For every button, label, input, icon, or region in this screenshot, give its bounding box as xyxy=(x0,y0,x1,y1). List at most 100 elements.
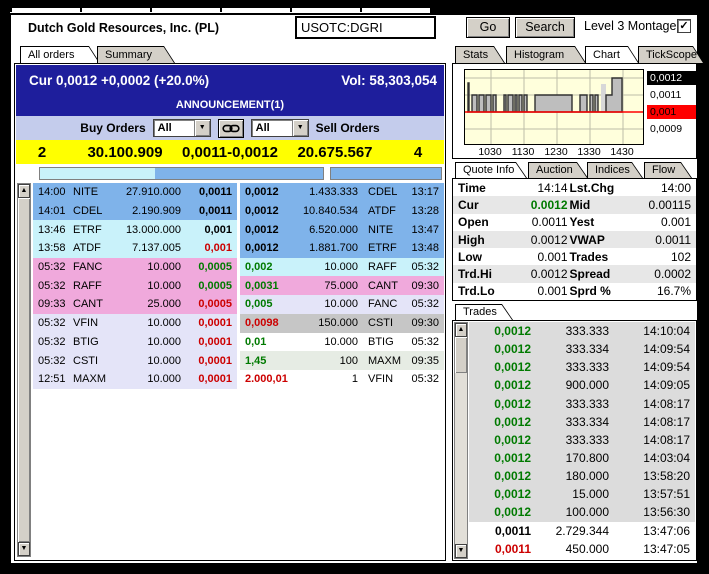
order-time: 05:32 xyxy=(33,317,73,329)
trades-scrollbar[interactable]: ▲ ▼ xyxy=(454,322,468,559)
scroll-down-button[interactable]: ▼ xyxy=(455,544,467,558)
buy-order-row[interactable]: 09:33CANT25.0000,0005 xyxy=(33,295,237,314)
quote-label: Sprd % xyxy=(570,284,632,298)
trade-price: 0,0012 xyxy=(469,397,531,411)
chart-panel: 0,0012 0,0011 0,001 0,0009 1030 1130 123… xyxy=(452,63,697,159)
quote-row[interactable]: Time14:14Lst.Chg14:00 xyxy=(453,179,696,196)
scrollbar-track[interactable] xyxy=(455,373,467,544)
sell-order-row[interactable]: 0,00210.000RAFF05:32 xyxy=(240,258,444,277)
trade-price: 0,0012 xyxy=(469,505,531,519)
quote-row[interactable]: Open0.0011Yest0.001 xyxy=(453,214,696,231)
order-price: 0,0001 xyxy=(181,317,237,329)
market-maker-id: BTIG xyxy=(73,336,117,348)
scrollbar-thumb[interactable] xyxy=(455,337,467,373)
sell-order-row[interactable]: 0,0110.000BTIG05:32 xyxy=(240,333,444,352)
buy-order-row[interactable]: 14:01CDEL2.190.9090,0011 xyxy=(33,202,237,221)
buy-order-row[interactable]: 05:32VFIN10.0000,0001 xyxy=(33,314,237,333)
sell-order-row[interactable]: 0,00121.433.333CDEL13:17 xyxy=(240,183,444,202)
ticker-input[interactable] xyxy=(295,16,436,39)
order-time: 13:46 xyxy=(33,224,73,236)
tab-summary[interactable]: Summary xyxy=(97,46,175,63)
trade-row[interactable]: 0,0011450.00013:47:05 xyxy=(469,540,695,558)
search-button[interactable]: Search xyxy=(515,17,575,38)
x-axis-label: 1230 xyxy=(544,146,567,158)
order-size: 25.000 xyxy=(117,298,181,310)
app-window: Dutch Gold Resources, Inc. (PL) Go Searc… xyxy=(0,0,709,574)
order-size: 10.000 xyxy=(292,336,358,348)
order-price: 0,0005 xyxy=(181,298,237,310)
sell-order-row[interactable]: 0,00126.520.000NITE13:47 xyxy=(240,220,444,239)
trade-row[interactable]: 0,0012333.33314:08:17 xyxy=(469,395,695,413)
buy-order-row[interactable]: 05:32CSTI10.0000,0001 xyxy=(33,351,237,370)
trade-time: 13:47:06 xyxy=(611,524,695,538)
go-button[interactable]: Go xyxy=(466,17,510,38)
buy-order-row[interactable]: 13:58ATDF7.137.0050,001 xyxy=(33,239,237,258)
order-time: 13:17 xyxy=(404,186,444,198)
quote-value: 0.0012 xyxy=(510,198,570,212)
market-maker-id: FANC xyxy=(358,298,404,310)
sell-order-row[interactable]: 0,003175.000CANT09:30 xyxy=(240,276,444,295)
sell-order-row[interactable]: 2.000,011VFIN05:32 xyxy=(240,370,444,389)
buy-filter-dropdown[interactable]: All ▼ xyxy=(153,119,211,137)
quote-row[interactable]: Low0.001Trades102 xyxy=(453,248,696,265)
scrollbar-thumb[interactable] xyxy=(18,198,30,542)
order-time: 13:48 xyxy=(404,242,444,254)
quote-label: Spread xyxy=(570,267,632,281)
trade-size: 100.000 xyxy=(531,505,611,519)
buy-order-row[interactable]: 05:32BTIG10.0000,0001 xyxy=(33,333,237,352)
order-size: 6.520.000 xyxy=(292,224,358,236)
trade-row[interactable]: 0,0012900.00014:09:05 xyxy=(469,376,695,394)
trade-size: 450.000 xyxy=(531,542,611,556)
sell-order-row[interactable]: 0,00121.881.700ETRF13:48 xyxy=(240,239,444,258)
buy-order-row[interactable]: 05:32FANC10.0000,0005 xyxy=(33,258,237,277)
order-price: 2.000,01 xyxy=(240,373,292,385)
order-time: 05:32 xyxy=(33,261,73,273)
trade-row[interactable]: 0,0012170.80014:03:04 xyxy=(469,449,695,467)
trade-row[interactable]: 0,00112.729.34413:47:06 xyxy=(469,522,695,540)
sell-order-row[interactable]: 0,00510.000FANC05:32 xyxy=(240,295,444,314)
order-size: 10.000 xyxy=(117,336,181,348)
order-time: 14:00 xyxy=(33,186,73,198)
trade-time: 14:09:05 xyxy=(611,378,695,392)
level3-montage-checkbox[interactable]: ✓ xyxy=(677,19,691,33)
trade-row[interactable]: 0,0012333.33414:08:17 xyxy=(469,413,695,431)
buy-order-row[interactable]: 12:51MAXM10.0000,0001 xyxy=(33,370,237,389)
order-book-scrollbar[interactable]: ▲ ▼ xyxy=(17,183,31,557)
trade-row[interactable]: 0,0012333.33414:09:54 xyxy=(469,340,695,358)
buy-order-row[interactable]: 14:00NITE27.910.0000,0011 xyxy=(33,183,237,202)
y-axis-label: 0,0011 xyxy=(647,88,696,102)
scroll-up-button[interactable]: ▲ xyxy=(455,323,467,337)
announcement-bar[interactable]: ANNOUNCEMENT(1) xyxy=(16,96,444,116)
trade-size: 333.334 xyxy=(531,342,611,356)
tab-quote-info[interactable]: Quote Info xyxy=(455,162,527,178)
quote-value: 0.001 xyxy=(510,250,570,264)
trade-size: 333.334 xyxy=(531,415,611,429)
trade-row[interactable]: 0,001215.00013:57:51 xyxy=(469,485,695,503)
order-size: 13.000.000 xyxy=(117,224,181,236)
trade-row[interactable]: 0,0012180.00013:58:20 xyxy=(469,467,695,485)
sell-order-row[interactable]: 1,45100MAXM09:35 xyxy=(240,351,444,370)
buy-order-row[interactable]: 05:32RAFF10.0000,0005 xyxy=(33,276,237,295)
buy-order-row[interactable]: 13:46ETRF13.000.0000,001 xyxy=(33,220,237,239)
quote-row[interactable]: Trd.Lo0.001Sprd %16.7% xyxy=(453,283,696,300)
sell-filter-dropdown[interactable]: All ▼ xyxy=(251,119,309,137)
link-orders-button[interactable] xyxy=(218,119,244,138)
quote-row[interactable]: High0.0012VWAP0.0011 xyxy=(453,231,696,248)
tab-histogram[interactable]: Histogram xyxy=(506,46,586,63)
trade-row[interactable]: 0,0012333.33314:09:54 xyxy=(469,358,695,376)
market-maker-id: ATDF xyxy=(358,205,404,217)
scroll-up-button[interactable]: ▲ xyxy=(18,184,30,198)
sell-order-row[interactable]: 0,001210.840.534ATDF13:28 xyxy=(240,202,444,221)
trade-row[interactable]: 0,0012333.33314:08:17 xyxy=(469,431,695,449)
price-chart-plot[interactable] xyxy=(464,69,644,145)
sell-order-row[interactable]: 0,0098150.000CSTI09:30 xyxy=(240,314,444,333)
quote-row[interactable]: Cur0.0012Mid0.00115 xyxy=(453,196,696,213)
quote-value: 0.0012 xyxy=(510,233,570,247)
tab-tickscope[interactable]: TickScope xyxy=(638,46,704,63)
trade-row[interactable]: 0,0012100.00013:56:30 xyxy=(469,503,695,521)
trade-row[interactable]: 0,0012333.33314:10:04 xyxy=(469,322,695,340)
quote-row[interactable]: Trd.Hi0.0012Spread0.0002 xyxy=(453,265,696,282)
quote-label: Open xyxy=(458,215,510,229)
scroll-down-button[interactable]: ▼ xyxy=(18,542,30,556)
tab-all-orders[interactable]: All orders xyxy=(20,46,100,63)
